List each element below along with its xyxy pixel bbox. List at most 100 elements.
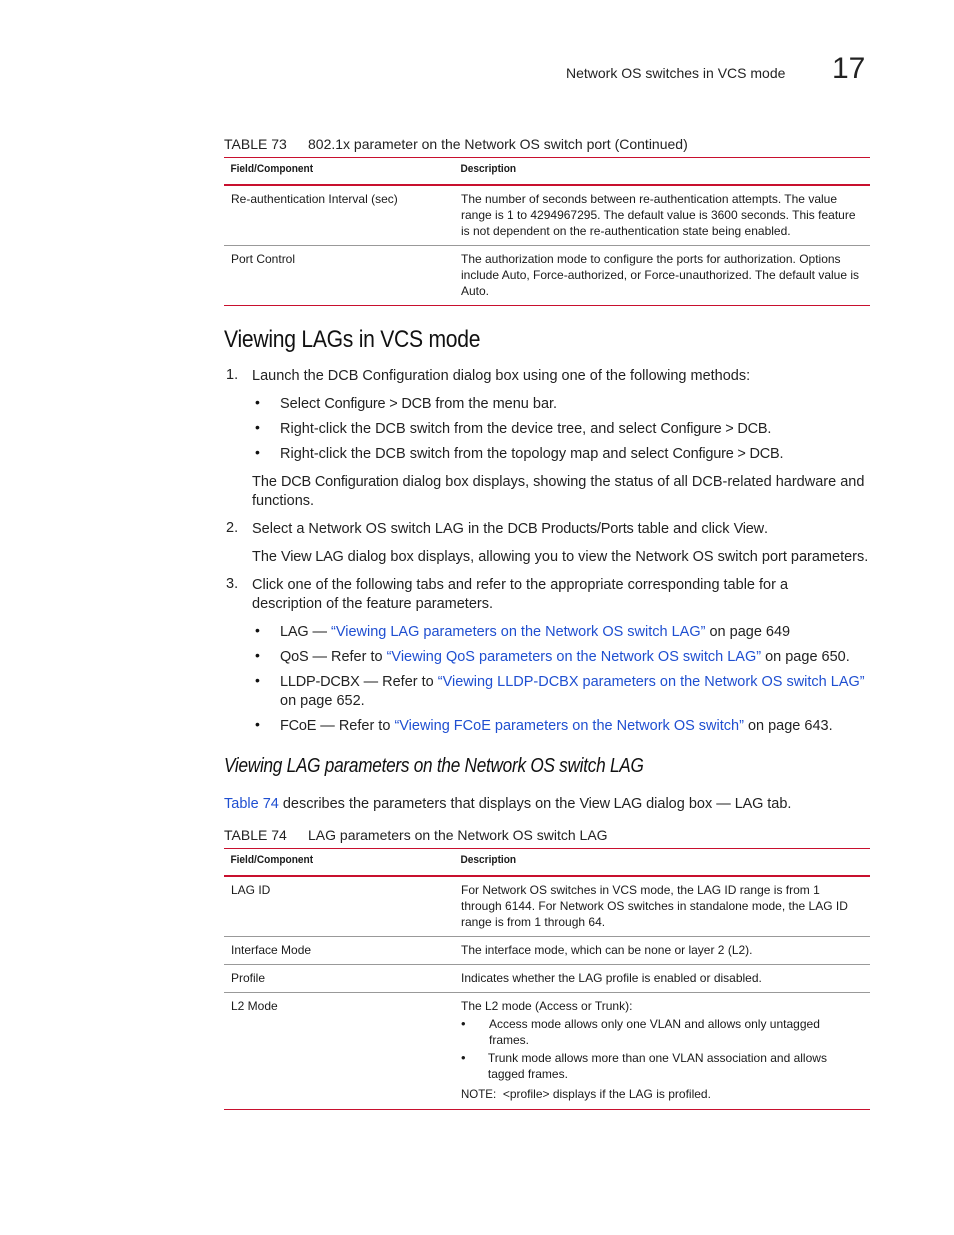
bullet-item: Right-click the DCB switch from the topo…	[280, 445, 870, 464]
text: from the menu bar.	[431, 396, 558, 412]
note-label: NOTE:	[461, 1089, 497, 1101]
step-2-result: The View LAG dialog box displays, allowi…	[252, 548, 877, 567]
ui-reference: Configure > DCB	[672, 446, 780, 462]
text: Select a Network OS switch LAG in the	[252, 521, 508, 537]
field-cell: LAG ID	[224, 876, 454, 937]
text: —	[308, 624, 331, 640]
bullet-text: Access mode allows only one VLAN and all…	[489, 1017, 820, 1047]
step-1-text: Launch the DCB Configuration dialog box …	[252, 368, 751, 384]
bullet-item: FCoE — Refer to “Viewing FCoE parameters…	[280, 717, 872, 736]
table-row: Re-authentication Interval (sec) The num…	[224, 185, 870, 246]
text: dialog box displays, allowing you to vie…	[343, 549, 869, 565]
field-cell: L2 Mode	[224, 992, 454, 1110]
bullet-item: Right-click the DCB switch from the devi…	[280, 420, 870, 439]
text: on page 649	[705, 624, 791, 640]
text: tab.	[763, 796, 792, 812]
column-header: Description	[454, 157, 837, 186]
cell-bullet-item: • Trunk mode allows more than one VLAN as…	[461, 1050, 863, 1082]
text: — Refer to	[316, 718, 395, 734]
table-reference-link[interactable]: Table 74	[224, 796, 279, 812]
chapter-number: 17	[832, 52, 866, 85]
description-cell: The L2 mode (Access or Trunk): • Access m…	[454, 992, 870, 1110]
table-row: L2 Mode The L2 mode (Access or Trunk): •…	[224, 992, 870, 1110]
field-cell: Profile	[224, 964, 454, 993]
ui-reference: View LAG	[281, 549, 344, 565]
step-number: 1.	[226, 367, 239, 383]
text: .	[779, 446, 784, 462]
bullet-icon: •	[255, 622, 260, 638]
table-caption-text: 802.1x parameter on the Network OS switc…	[308, 136, 688, 152]
cross-reference-link[interactable]: “Viewing LAG parameters on the Network O…	[331, 624, 705, 640]
description-cell: The number of seconds between re-authent…	[454, 185, 870, 246]
column-header: Description	[454, 848, 837, 877]
tab-name: LAG	[280, 624, 309, 640]
table-header-row: Field/Component Description	[224, 848, 870, 877]
cell-bullet-item: • Access mode allows only one VLAN and al…	[461, 1016, 863, 1048]
text: on page 650.	[761, 649, 850, 665]
bullet-icon: •	[255, 716, 260, 732]
step-1-result: The DCB Configuration dialog box display…	[252, 473, 872, 511]
table-caption-text: LAG parameters on the Network OS switch …	[308, 827, 608, 843]
table-label: TABLE 74	[224, 827, 287, 843]
tab-name: QoS	[280, 649, 309, 665]
bullet-icon: •	[255, 394, 260, 410]
step-3-text: Click one of the following tabs and refe…	[252, 577, 789, 612]
text: on page 643.	[743, 718, 833, 734]
bullet-icon: •	[461, 1050, 466, 1065]
tab-name: FCoE	[280, 718, 317, 734]
ui-reference: View	[733, 521, 765, 537]
text: — Refer to	[359, 674, 438, 690]
ui-reference: View LAG	[579, 796, 643, 812]
field-cell: Port Control	[224, 245, 454, 306]
text: Select	[280, 396, 325, 412]
column-header: Field/Component	[224, 848, 436, 877]
table-74: Field/Component Description LAG ID For N…	[224, 848, 870, 1110]
step-number: 2.	[226, 520, 239, 536]
table-73-caption: TABLE 73 802.1x parameter on the Network …	[224, 136, 688, 152]
bullet-icon: •	[255, 419, 260, 435]
ui-reference: Configure > DCB	[324, 396, 432, 412]
table-label: TABLE 73	[224, 136, 287, 152]
description-cell: The interface mode, which can be none or…	[454, 936, 870, 965]
table-73: Field/Component Description Re-authentic…	[224, 157, 870, 306]
tab-name: LLDP-DCBX	[280, 674, 360, 690]
text: table and click	[633, 521, 734, 537]
ui-reference: LAG	[734, 796, 764, 812]
text: The	[252, 549, 282, 565]
text: — Refer to	[308, 649, 387, 665]
bullet-icon: •	[255, 672, 260, 688]
text: on page 652.	[280, 693, 365, 709]
bullet-item: LLDP-DCBX — Refer to “Viewing LLDP-DCBX …	[280, 673, 872, 711]
cross-reference-link[interactable]: “Viewing QoS parameters on the Network O…	[387, 649, 761, 665]
ui-reference: DCB Configuration	[281, 474, 399, 490]
bullet-icon: •	[255, 647, 260, 663]
step-number: 3.	[226, 576, 239, 592]
step-2-text: Select a Network OS switch LAG in the DC…	[252, 520, 872, 539]
table-row: LAG ID For Network OS switches in VCS mo…	[224, 876, 870, 937]
cross-reference-link[interactable]: “Viewing LLDP-DCBX parameters on the Net…	[438, 674, 865, 690]
bullet-icon: •	[255, 444, 260, 460]
subsection-heading: Viewing LAG parameters on the Network OS…	[224, 755, 644, 777]
table-row: Profile Indicates whether the LAG profil…	[224, 964, 870, 993]
intro-paragraph: Table 74 describes the parameters that d…	[224, 795, 874, 814]
bullet-item: Select Configure > DCB from the menu bar…	[280, 395, 870, 414]
note-text: <profile> displays if the LAG is profile…	[502, 1087, 711, 1101]
table-74-caption: TABLE 74 LAG parameters on the Network OS…	[224, 827, 608, 843]
field-cell: Re-authentication Interval (sec)	[224, 185, 454, 246]
cross-reference-link[interactable]: “Viewing FCoE parameters on the Network …	[394, 718, 743, 734]
text: describes the parameters that displays o…	[278, 796, 580, 812]
table-row: Port Control The authorization mode to c…	[224, 245, 870, 306]
bullet-text: Trunk mode allows more than one VLAN ass…	[487, 1051, 827, 1081]
description-cell: The authorization mode to configure the …	[454, 245, 870, 306]
bullet-item: QoS — Refer to “Viewing QoS parameters o…	[280, 648, 872, 667]
description-cell: Indicates whether the LAG profile is ena…	[454, 964, 870, 993]
field-cell: Interface Mode	[224, 936, 454, 965]
description-cell: For Network OS switches in VCS mode, the…	[454, 876, 870, 937]
bullet-icon: •	[461, 1016, 466, 1031]
description-text: The L2 mode (Access or Trunk):	[461, 999, 633, 1013]
table-header-row: Field/Component Description	[224, 157, 870, 186]
text: Right-click the DCB switch from the topo…	[280, 446, 673, 462]
table-row: Interface Mode The interface mode, which…	[224, 936, 870, 965]
section-heading: Viewing LAGs in VCS mode	[224, 326, 481, 353]
column-header: Field/Component	[224, 157, 436, 186]
